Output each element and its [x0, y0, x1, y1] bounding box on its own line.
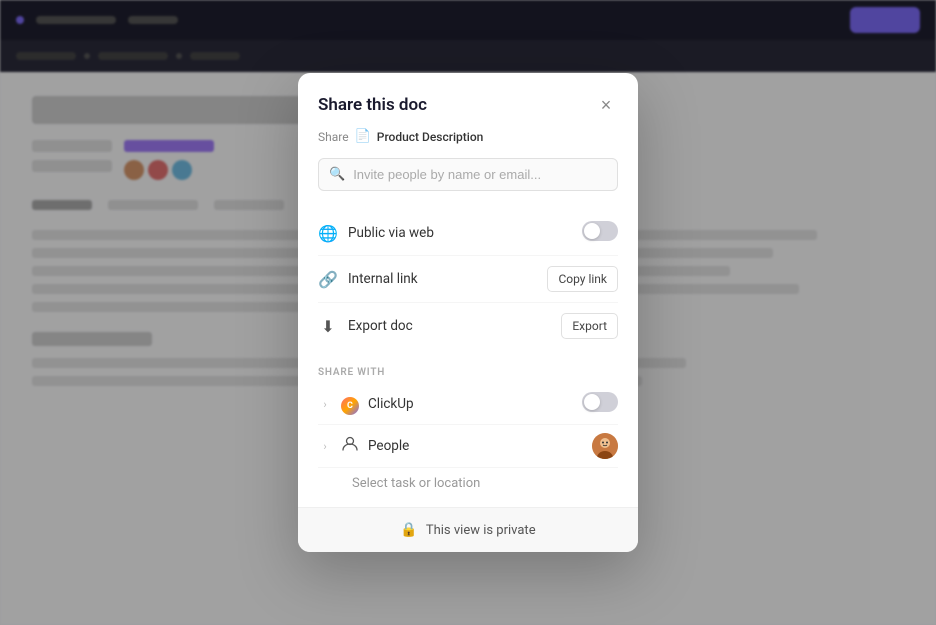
globe-icon: 🌐 [318, 224, 338, 243]
public-via-web-row: 🌐 Public via web [318, 211, 618, 256]
subtitle-share-text: Share [318, 130, 349, 144]
people-name: People [368, 438, 584, 454]
people-chevron-icon[interactable]: › [318, 440, 332, 453]
share-options: 🌐 Public via web 🔗 Internal link Copy li… [298, 207, 638, 353]
public-via-web-toggle[interactable] [582, 221, 618, 241]
lock-icon: 🔒 [400, 522, 417, 538]
modal-title: Share this doc [318, 95, 427, 115]
export-doc-label: Export doc [348, 318, 551, 334]
search-input-wrap[interactable]: 🔍 [318, 158, 618, 191]
clickup-row: › C ClickUp [318, 384, 618, 425]
doc-icon: 📄 [355, 129, 371, 144]
modal-header: Share this doc × [298, 73, 638, 129]
export-doc-row: ⬇ Export doc Export [318, 303, 618, 349]
select-task-location[interactable]: Select task or location [318, 468, 618, 503]
public-via-web-label: Public via web [348, 225, 572, 241]
share-with-label: SHARE WITH [318, 367, 618, 378]
internal-link-label: Internal link [348, 271, 537, 287]
people-row: › People [318, 425, 618, 468]
export-button[interactable]: Export [561, 313, 618, 339]
person-avatar [592, 433, 618, 459]
search-container: 🔍 [298, 158, 638, 207]
clickup-chevron-icon[interactable]: › [318, 398, 332, 411]
doc-name: Product Description [377, 130, 484, 144]
download-icon: ⬇ [318, 317, 338, 336]
people-icon [340, 435, 360, 457]
share-with-section: SHARE WITH › C ClickUp › [298, 353, 638, 507]
share-modal: Share this doc × Share 📄 Product Descrip… [298, 73, 638, 552]
modal-subtitle: Share 📄 Product Description [298, 129, 638, 158]
modal-overlay[interactable]: Share this doc × Share 📄 Product Descrip… [0, 0, 936, 625]
footer-private-text: This view is private [426, 523, 536, 538]
invite-search-input[interactable] [353, 167, 607, 182]
select-location-label: Select task or location [352, 476, 480, 491]
search-icon: 🔍 [329, 167, 345, 182]
modal-footer: 🔒 This view is private [298, 507, 638, 552]
clickup-name: ClickUp [368, 396, 574, 412]
copy-link-button[interactable]: Copy link [547, 266, 618, 292]
clickup-logo: C [340, 394, 360, 415]
close-button[interactable]: × [594, 93, 618, 117]
clickup-toggle[interactable] [582, 392, 618, 412]
link-icon: 🔗 [318, 270, 338, 289]
internal-link-row: 🔗 Internal link Copy link [318, 256, 618, 303]
